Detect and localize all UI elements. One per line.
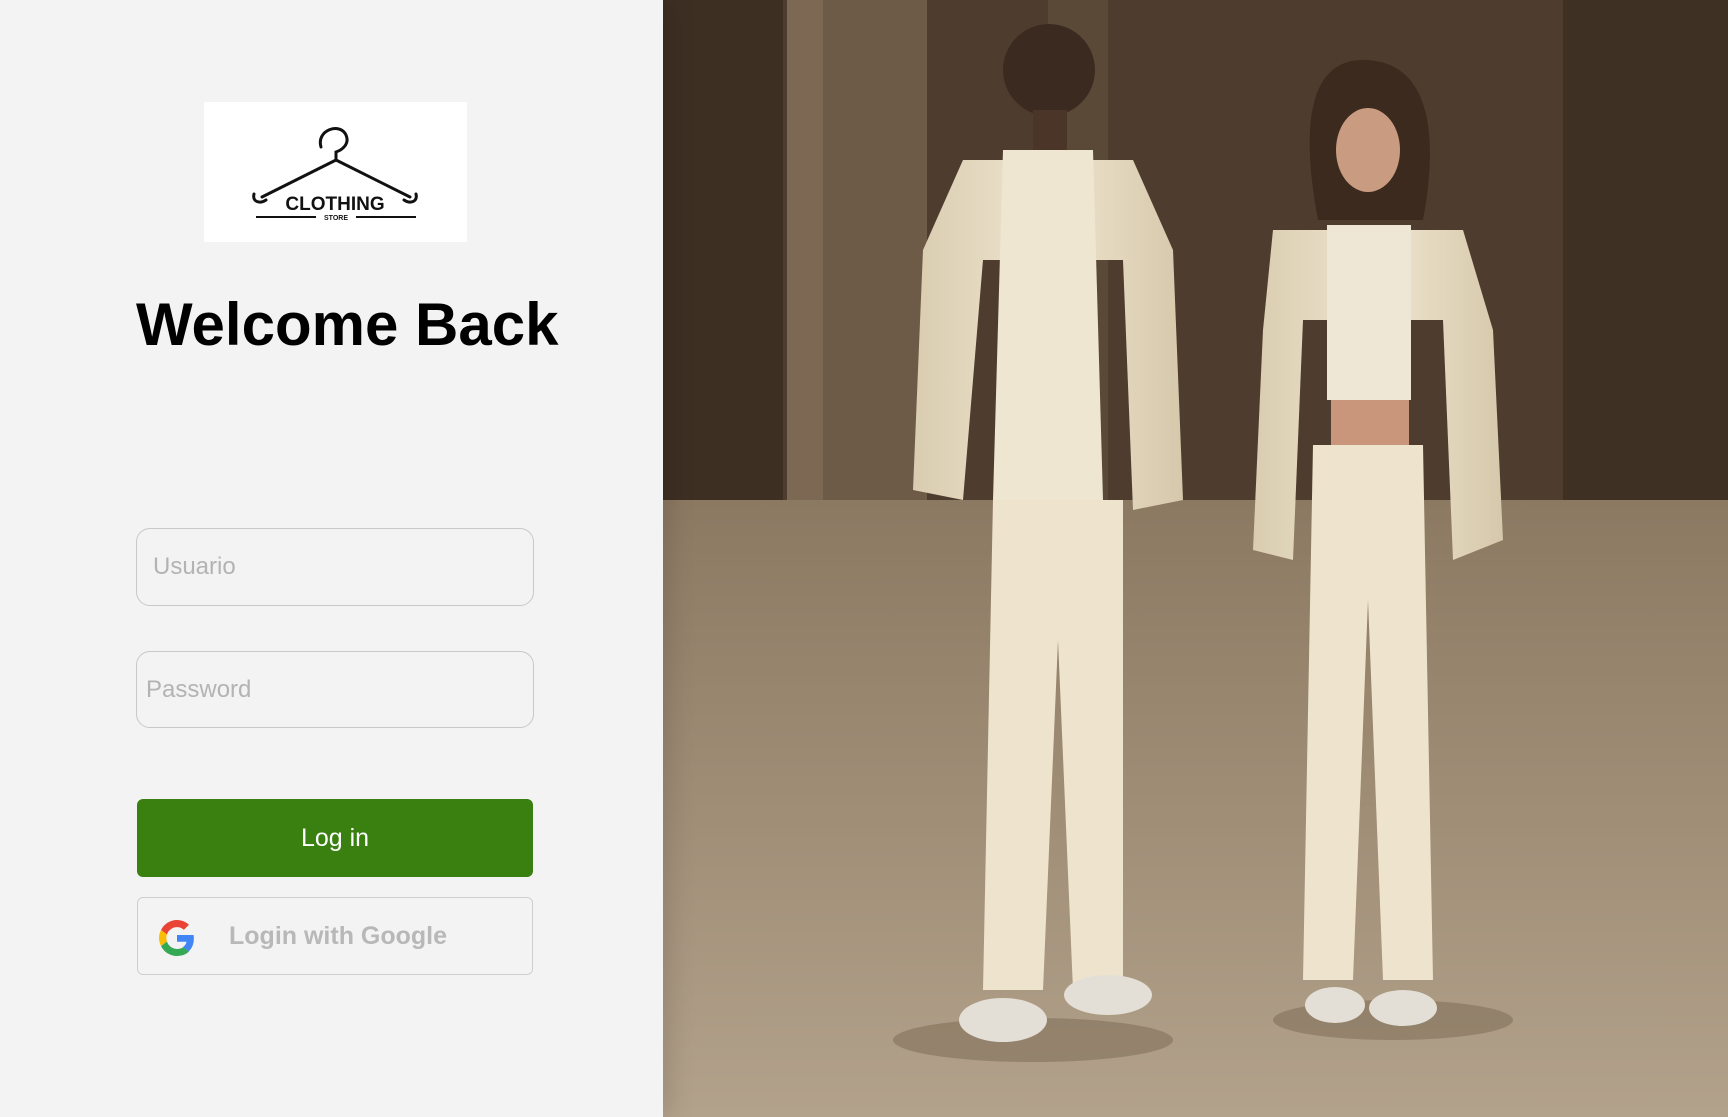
google-icon xyxy=(159,920,194,956)
store-logo: CLOTHING STORE xyxy=(204,102,467,242)
hanger-icon xyxy=(252,127,418,204)
password-input[interactable] xyxy=(136,651,534,728)
logo-text-main: CLOTHING xyxy=(285,194,384,215)
login-panel: CLOTHING STORE Welcome Back Log in Login… xyxy=(0,0,663,1117)
username-input[interactable] xyxy=(136,528,534,606)
google-login-label: Login with Google xyxy=(229,922,448,950)
logo-text-sub: STORE xyxy=(324,215,348,222)
login-page: CLOTHING STORE Welcome Back Log in Login… xyxy=(0,0,1728,1117)
page-title: Welcome Back xyxy=(136,291,559,358)
login-button[interactable]: Log in xyxy=(137,799,533,877)
google-login-button[interactable]: Login with Google xyxy=(137,897,533,975)
hero-photo xyxy=(663,0,1728,1117)
